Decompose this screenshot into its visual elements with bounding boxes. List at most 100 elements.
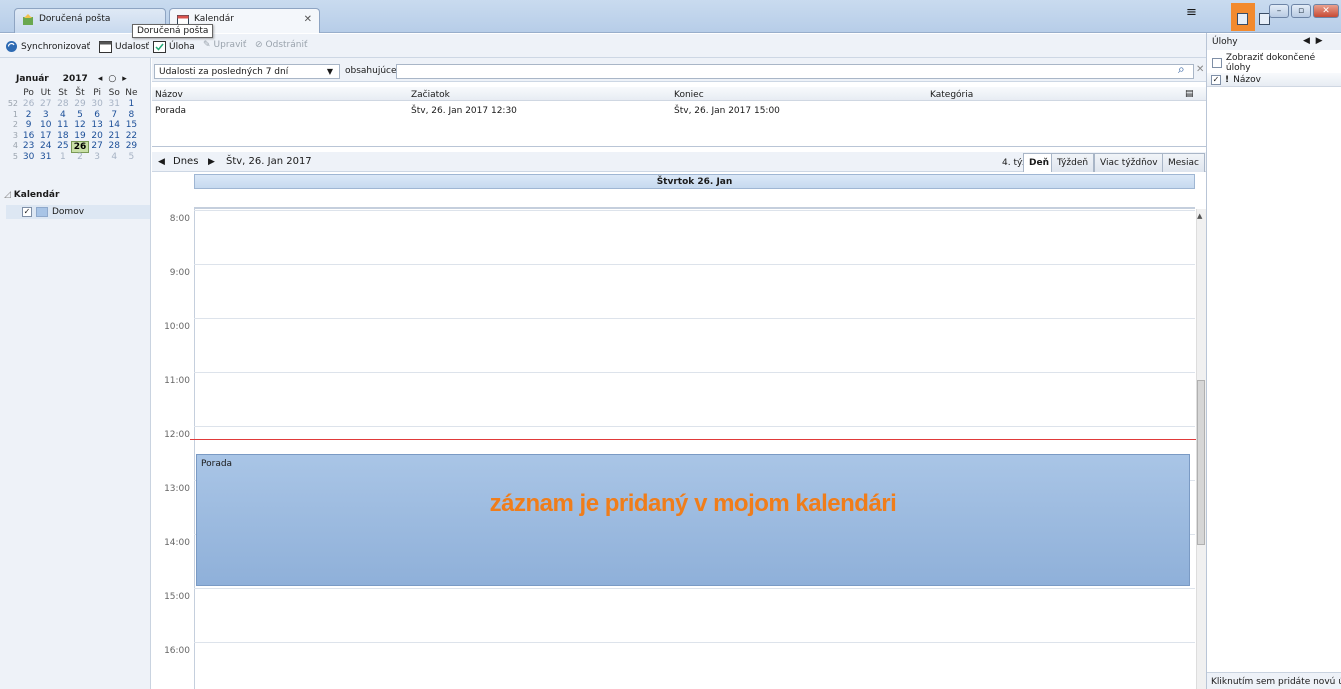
minical-day[interactable]: 17 [37, 131, 54, 141]
event-label: Udalosť [115, 41, 150, 52]
column-picker-icon[interactable]: ▤ [1185, 89, 1194, 99]
today-button[interactable]: Dnes [173, 156, 198, 167]
collapse-icon[interactable]: ◿ [4, 190, 14, 200]
tab-multiweek[interactable]: Viac týždňov [1094, 153, 1164, 172]
minical-day[interactable]: 16 [20, 131, 37, 141]
close-icon[interactable]: ✕ [304, 14, 312, 25]
minical-day[interactable]: 12 [71, 120, 88, 130]
minical-day[interactable]: 18 [54, 131, 71, 141]
column-header-end[interactable]: Koniec [674, 90, 704, 100]
minical-day[interactable]: 28 [54, 99, 71, 109]
prev-month-icon[interactable]: ◂ [98, 74, 103, 84]
minical-day[interactable]: 2 [20, 110, 37, 120]
week-number: 2 [12, 120, 18, 129]
week-number: 4 [12, 141, 18, 150]
delete-button[interactable]: ⊘ Odstrániť [255, 40, 308, 50]
calendar-item-domov[interactable]: ✓ Domov [6, 205, 150, 219]
previous-day-icon[interactable]: ◀ [158, 157, 165, 167]
minical-day[interactable]: 15 [123, 120, 140, 130]
priority-icon[interactable]: ! [1225, 75, 1229, 85]
new-task-input[interactable]: Kliknutím sem pridáte novú úlohu [1207, 672, 1341, 689]
minical-day[interactable]: 9 [20, 120, 37, 130]
minical-day[interactable]: 22 [123, 131, 140, 141]
sync-button[interactable]: Synchronizovať [5, 40, 90, 53]
minical-header: Január 2017 ◂ ○ ▸ [16, 72, 140, 86]
tab-week[interactable]: Týždeň [1051, 153, 1095, 172]
hour-gridline [194, 588, 1195, 589]
column-header-title[interactable]: Názov [155, 90, 183, 100]
search-input[interactable] [396, 64, 1194, 79]
show-completed-checkbox[interactable] [1212, 58, 1222, 68]
sync-label: Synchronizovať [21, 41, 91, 52]
minical-day[interactable]: 13 [89, 120, 106, 130]
scroll-up-icon[interactable]: ▲ [1197, 212, 1202, 220]
minical-day[interactable]: 4 [54, 110, 71, 120]
today-circle-icon[interactable]: ○ [108, 74, 116, 84]
minical-day[interactable]: 1 [54, 152, 71, 162]
task-done-column-checkbox[interactable]: ✓ [1211, 74, 1221, 85]
tasks-pane [1206, 33, 1341, 689]
minical-day[interactable]: 6 [89, 110, 106, 120]
minical-day[interactable]: 7 [106, 110, 123, 120]
minical-day[interactable]: 8 [123, 110, 140, 120]
tasks-nav-arrows[interactable]: ◀ ▶ [1303, 36, 1323, 46]
minical-month[interactable]: Január [16, 74, 49, 84]
edit-button[interactable]: ✎ Upraviť [203, 40, 246, 50]
minical-day[interactable]: 5 [123, 152, 140, 162]
next-month-icon[interactable]: ▸ [122, 74, 127, 84]
minical-day[interactable]: 31 [106, 99, 123, 109]
day-header: Ne [125, 88, 138, 98]
calendar-checkbox[interactable]: ✓ [22, 207, 32, 217]
minical-day[interactable]: 26 [20, 99, 37, 109]
clear-icon[interactable]: ✕ [1196, 64, 1204, 75]
show-completed-toggle[interactable]: Zobraziť dokončené úlohy [1212, 53, 1341, 73]
week-number: 52 [7, 99, 18, 108]
calendar-toggle-icon[interactable] [1237, 13, 1248, 25]
column-header-start[interactable]: Začiatok [411, 90, 450, 100]
new-task-button[interactable]: Úloha [153, 40, 195, 53]
search-icon[interactable]: ⌕ [1178, 62, 1185, 77]
tab-month[interactable]: Mesiac [1162, 153, 1205, 172]
minical-year[interactable]: 2017 [63, 74, 88, 84]
all-day-row[interactable] [194, 190, 1195, 209]
menu-icon[interactable]: ≡ [1186, 5, 1197, 20]
minical-day[interactable]: 11 [54, 120, 71, 130]
column-header-category[interactable]: Kategória [930, 90, 973, 100]
maximize-button[interactable]: ▫ [1291, 4, 1311, 18]
hour-label: 9:00 [169, 268, 190, 278]
minical-week-row: 30 31 1 2 3 4 5 [20, 152, 140, 162]
next-day-icon[interactable]: ▶ [208, 157, 215, 167]
minical-day[interactable]: 1 [123, 99, 140, 109]
window-close-button[interactable]: ✕ [1313, 4, 1339, 18]
minical-day[interactable]: 2 [71, 152, 88, 162]
task-name-column[interactable]: Názov [1233, 75, 1261, 85]
delete-label: Odstrániť [265, 40, 308, 50]
minical-day[interactable]: 31 [37, 152, 54, 162]
minical-day[interactable]: 14 [106, 120, 123, 130]
new-event-button[interactable]: Udalosť [99, 40, 149, 53]
minical-day[interactable]: 10 [37, 120, 54, 130]
minical-day[interactable]: 30 [20, 152, 37, 162]
minical-day[interactable]: 4 [106, 152, 123, 162]
minical-day[interactable]: 19 [71, 131, 88, 141]
minical-day[interactable]: 21 [106, 131, 123, 141]
minical-day[interactable]: 3 [37, 110, 54, 120]
event-filter-select[interactable]: Udalosti za posledných 7 dní ▼ [154, 64, 340, 79]
row-start: Štv, 26. Jan 2017 12:30 [411, 106, 517, 116]
day-header: Pi [93, 88, 101, 98]
minical-day[interactable]: 29 [71, 99, 88, 109]
minical-day[interactable]: 20 [89, 131, 106, 141]
minical-day[interactable]: 27 [37, 99, 54, 109]
hour-label: 11:00 [164, 376, 190, 386]
minimize-button[interactable]: – [1269, 4, 1289, 18]
annotation-text: záznam je pridaný v mojom kalendári [489, 490, 897, 517]
hour-label: 14:00 [164, 538, 190, 548]
scrollbar-thumb[interactable] [1197, 380, 1205, 545]
minical-day[interactable]: 5 [71, 110, 88, 120]
minical-day[interactable]: 3 [89, 152, 106, 162]
calendar-section-title: ◿ Kalendár [4, 190, 59, 200]
show-completed-label: Zobraziť dokončené úlohy [1225, 53, 1316, 73]
calendar-event[interactable] [196, 454, 1190, 586]
hour-label: 15:00 [164, 592, 190, 602]
minical-day[interactable]: 30 [89, 99, 106, 109]
